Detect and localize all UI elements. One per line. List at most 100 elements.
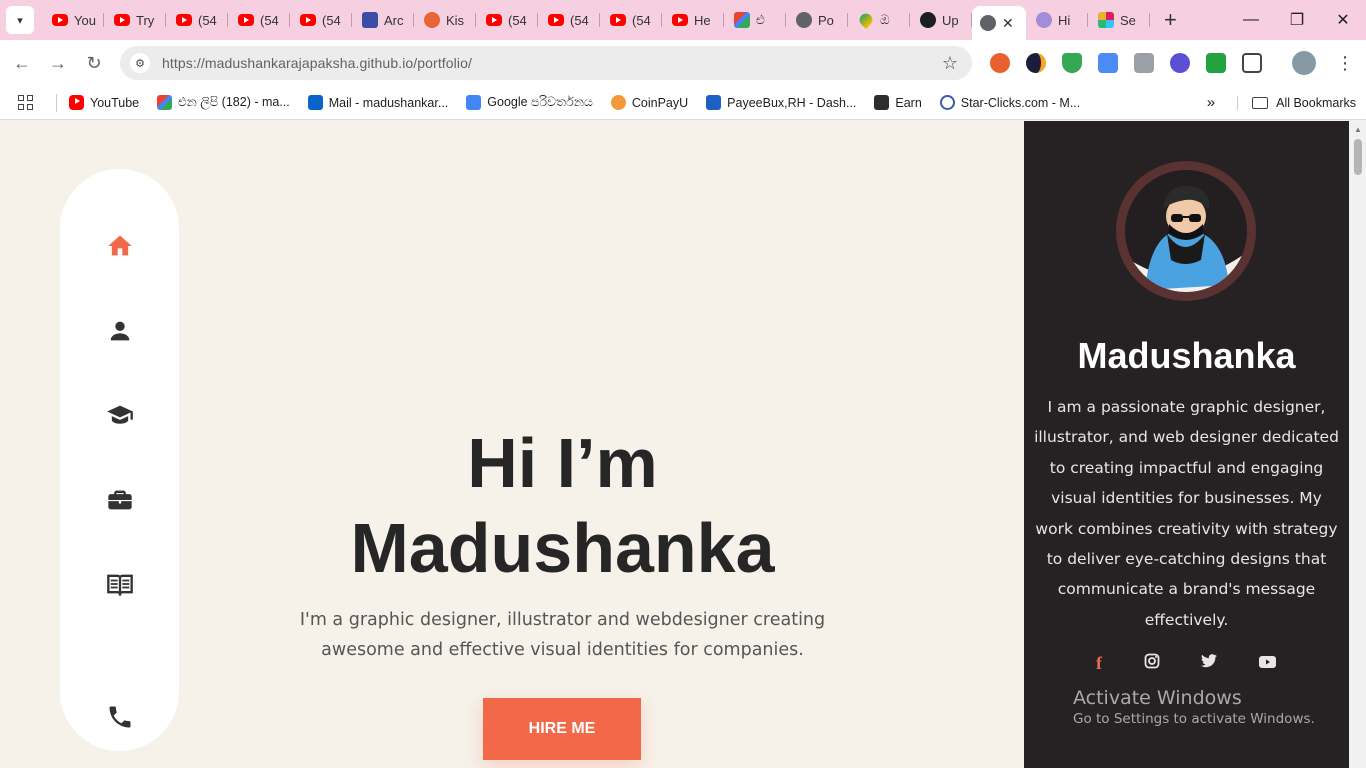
profile-avatar[interactable] xyxy=(1292,51,1316,75)
instagram-icon[interactable] xyxy=(1144,653,1160,674)
menu-icon[interactable]: ⋮ xyxy=(1336,53,1354,74)
bookmark-item[interactable]: Google පරිවර්තනය xyxy=(466,95,593,110)
tab-title: Se xyxy=(1120,12,1136,28)
hero-heading-line1: Hi I’m xyxy=(467,424,658,502)
address-bar[interactable]: ⚙ https://madushankarajapaksha.github.io… xyxy=(120,46,972,80)
phone-icon[interactable] xyxy=(106,703,134,731)
scroll-up-icon[interactable]: ▲ xyxy=(1354,125,1362,134)
back-icon[interactable]: ← xyxy=(4,53,40,74)
reload-icon[interactable]: ↻ xyxy=(76,53,112,74)
tab-active[interactable]: ✕ xyxy=(972,6,1026,40)
tab-search-button[interactable]: ▾ xyxy=(6,6,34,34)
url-path: /portfolio/ xyxy=(413,55,472,71)
hero-section: Hi I’m Madushanka I'm a graphic designer… xyxy=(290,421,835,665)
tab[interactable]: Se xyxy=(1088,4,1150,36)
briefcase-icon[interactable] xyxy=(106,486,134,514)
tab[interactable]: (54 xyxy=(476,4,538,36)
tab[interactable]: He xyxy=(662,4,724,36)
social-links: f xyxy=(1096,653,1276,674)
tab[interactable]: (54 xyxy=(166,4,228,36)
bookmark-item[interactable]: Mail - madushankar... xyxy=(307,95,448,110)
youtube-icon[interactable] xyxy=(1258,655,1276,673)
tab-title: Up xyxy=(942,12,959,28)
tab[interactable]: Up xyxy=(910,4,972,36)
tab-title: (54 xyxy=(508,12,527,28)
twitter-icon[interactable] xyxy=(1201,654,1218,673)
payeebux-icon xyxy=(706,95,722,110)
bookmark-item[interactable]: Star-Clicks.com - M... xyxy=(939,95,1081,110)
extension-icon[interactable] xyxy=(1098,53,1118,73)
puzzle-icon[interactable] xyxy=(1242,53,1262,73)
all-bookmarks-label: All Bookmarks xyxy=(1276,95,1356,110)
facebook-icon[interactable]: f xyxy=(1096,653,1102,674)
tab[interactable]: එ xyxy=(724,4,786,36)
bookmark-label: PayeeBux,RH - Dash... xyxy=(727,95,857,110)
page-scrollbar[interactable]: ▲ xyxy=(1349,121,1366,768)
tab-title: He xyxy=(694,12,711,28)
shield-icon[interactable] xyxy=(1062,53,1082,73)
tab[interactable]: (54 xyxy=(600,4,662,36)
side-navigation xyxy=(60,169,179,751)
extension-icon[interactable] xyxy=(990,53,1010,73)
hero-subtitle: I'm a graphic designer, illustrator and … xyxy=(299,610,826,660)
youtube-icon xyxy=(69,95,84,110)
more-bookmarks-icon[interactable]: » xyxy=(1207,94,1215,111)
minimize-icon[interactable]: — xyxy=(1228,0,1274,40)
tab-title: (54 xyxy=(322,12,341,28)
all-bookmarks-button[interactable]: All Bookmarks xyxy=(1237,95,1356,110)
scrollbar-thumb[interactable] xyxy=(1354,139,1362,175)
close-tab-icon[interactable]: ✕ xyxy=(1002,15,1014,32)
bookmark-item[interactable]: එන ලිපි (182) - ma... xyxy=(157,95,290,110)
apps-grid-icon[interactable] xyxy=(18,94,34,111)
person-icon[interactable] xyxy=(106,317,134,345)
gmail-icon xyxy=(157,95,173,110)
graduation-cap-icon[interactable] xyxy=(106,401,134,429)
tab[interactable]: You xyxy=(42,4,104,36)
tab[interactable]: Kis xyxy=(414,4,476,36)
extension-icon[interactable] xyxy=(1206,53,1226,73)
close-icon[interactable]: ✕ xyxy=(1320,0,1366,40)
tab-title: (54 xyxy=(570,12,589,28)
bookmark-item[interactable]: CoinPayU xyxy=(610,95,689,110)
home-icon[interactable] xyxy=(106,232,134,260)
hire-me-button[interactable]: HIRE ME xyxy=(483,698,641,760)
browser-toolbar: ← → ↻ ⚙ https://madushankarajapaksha.git… xyxy=(0,40,1366,86)
tab-title: ඔ xyxy=(880,12,890,27)
kiwi-icon xyxy=(424,12,440,28)
tab-strip: ▾ You Try (54 (54 (54 Arc Kis (54 (54 (5… xyxy=(0,0,1366,40)
youtube-icon xyxy=(672,14,688,26)
tab-title: You xyxy=(74,12,96,28)
extension-icon[interactable] xyxy=(1170,53,1190,73)
divider xyxy=(56,93,57,112)
tab[interactable]: Po xyxy=(786,4,848,36)
profile-name: Madushanka xyxy=(1077,335,1296,376)
hero-heading-line2: Madushanka xyxy=(350,509,775,587)
url-text[interactable]: https://madushankarajapaksha.github.io/p… xyxy=(162,55,472,71)
extension-icon[interactable] xyxy=(1134,53,1154,73)
tab[interactable]: ඔ xyxy=(848,4,910,36)
tab[interactable]: (54 xyxy=(538,4,600,36)
new-tab-button[interactable]: + xyxy=(1164,7,1177,33)
bookmark-label: CoinPayU xyxy=(631,95,689,110)
maps-icon xyxy=(856,10,876,30)
extension-icon[interactable] xyxy=(1026,53,1046,73)
restore-icon[interactable]: ❐ xyxy=(1274,0,1320,40)
tab-title: එ xyxy=(756,12,765,27)
folder-icon xyxy=(1252,96,1269,109)
bookmark-item[interactable]: PayeeBux,RH - Dash... xyxy=(706,95,856,110)
bookmark-item[interactable]: Earn xyxy=(874,95,922,110)
tab[interactable]: Hi xyxy=(1026,4,1088,36)
tab-title: (54 xyxy=(632,12,651,28)
bookmark-star-icon[interactable]: ☆ xyxy=(942,53,958,74)
youtube-icon xyxy=(176,14,192,26)
tab[interactable]: Arc xyxy=(352,4,414,36)
book-icon[interactable] xyxy=(106,570,134,598)
tab[interactable]: (54 xyxy=(290,4,352,36)
tab[interactable]: (54 xyxy=(228,4,290,36)
site-info-icon[interactable]: ⚙ xyxy=(130,53,150,73)
bookmark-item[interactable]: YouTube xyxy=(69,95,139,110)
globe-icon xyxy=(980,15,996,31)
bookmark-label: Star-Clicks.com - M... xyxy=(960,95,1081,110)
tab[interactable]: Try xyxy=(104,4,166,36)
forward-icon[interactable]: → xyxy=(40,53,76,74)
